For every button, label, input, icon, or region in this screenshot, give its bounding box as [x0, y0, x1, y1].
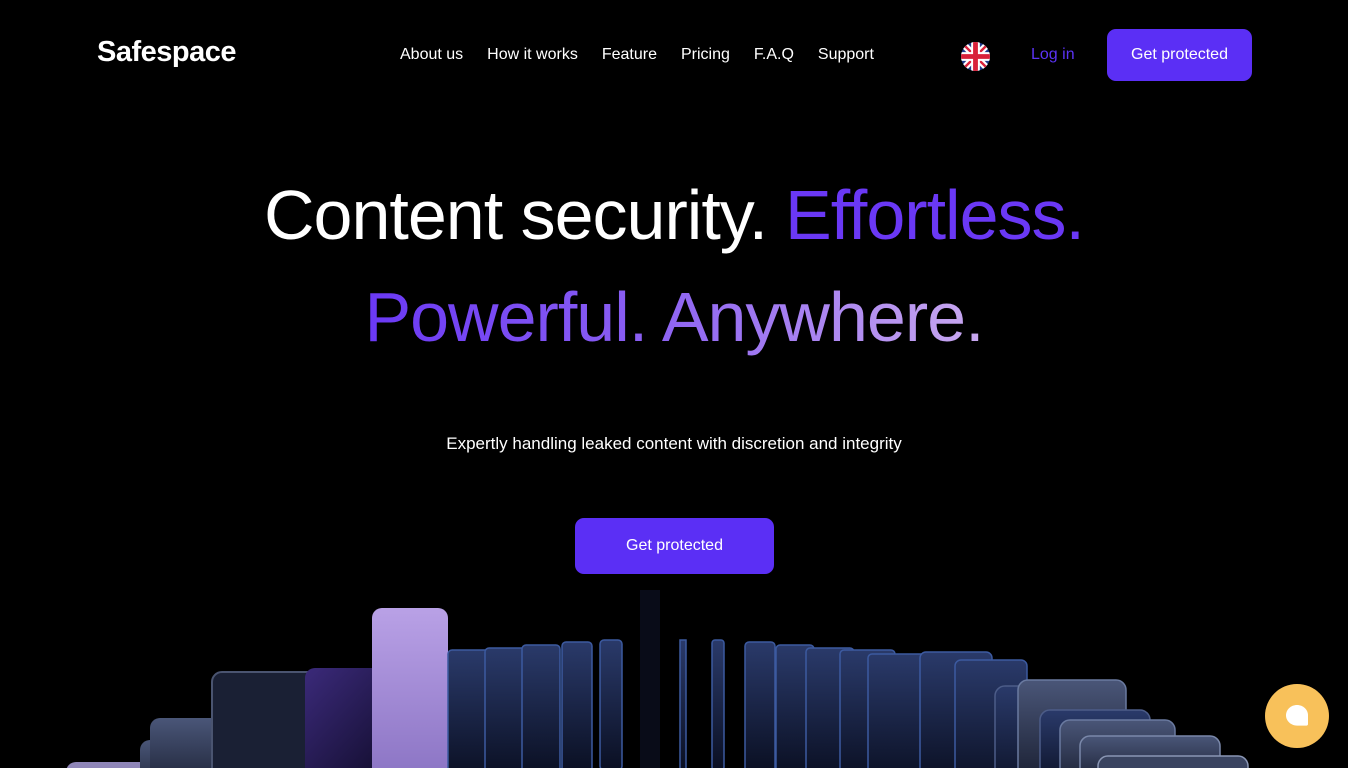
nav-faq[interactable]: F.A.Q: [754, 44, 794, 66]
main-nav: About us How it works Feature Pricing F.…: [400, 44, 874, 66]
nav-how-it-works[interactable]: How it works: [487, 44, 578, 66]
get-protected-header-button[interactable]: Get protected: [1107, 29, 1252, 81]
hero-headline-gradient: Powerful. Anywhere.: [364, 278, 984, 356]
uk-flag-icon[interactable]: [961, 42, 990, 71]
logo[interactable]: Safespace: [97, 36, 237, 69]
chat-bubble-icon: [1286, 705, 1308, 726]
hero-cards-illustration: [66, 590, 1249, 768]
hero-headline-accent: Effortless.: [785, 176, 1085, 254]
nav-pricing[interactable]: Pricing: [681, 44, 730, 66]
hero-headline-line1: Content security. Effortless.: [0, 172, 1348, 258]
hero-headline-line2: Powerful. Anywhere.: [0, 274, 1348, 360]
nav-about-us[interactable]: About us: [400, 44, 463, 66]
header: Safespace About us How it works Feature …: [0, 0, 1348, 110]
hero-headline-white: Content security.: [264, 176, 768, 254]
get-protected-hero-button[interactable]: Get protected: [575, 518, 774, 574]
nav-feature[interactable]: Feature: [602, 44, 657, 66]
login-link[interactable]: Log in: [1031, 44, 1075, 66]
hero-subtitle: Expertly handling leaked content with di…: [446, 434, 902, 453]
chat-button[interactable]: [1265, 684, 1329, 748]
nav-support[interactable]: Support: [818, 44, 874, 66]
